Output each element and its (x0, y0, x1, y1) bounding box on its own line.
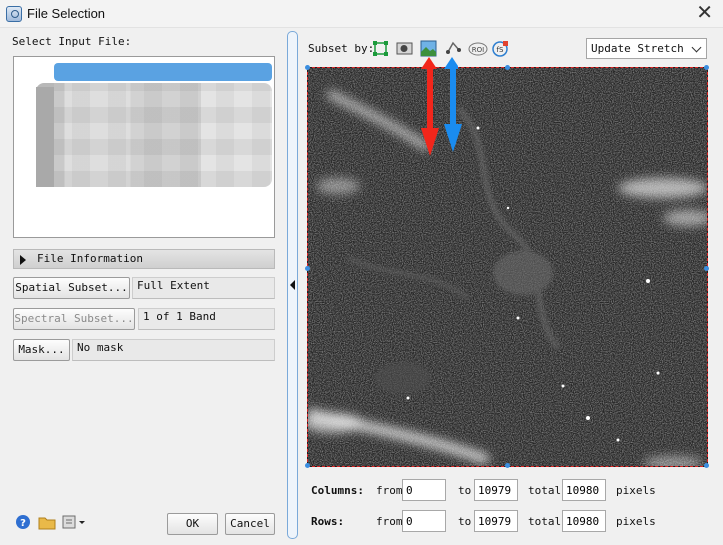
view-icon[interactable] (396, 40, 413, 57)
stretch-select-value: Update Stretch (591, 42, 684, 55)
window-title: File Selection (27, 6, 106, 21)
columns-from-label: from (376, 484, 403, 497)
columns-from-input[interactable] (402, 479, 446, 501)
annotation-arrowheads (421, 57, 458, 69)
file-information-section[interactable]: File Information (13, 249, 275, 269)
svg-text:fS: fS (497, 46, 504, 54)
collapse-left-arrow-icon[interactable] (290, 280, 295, 290)
image-icon[interactable] (420, 40, 437, 57)
spectral-subset-value: 1 of 1 Band (138, 308, 275, 330)
handle-bottom[interactable] (505, 463, 510, 468)
ok-button[interactable]: OK (167, 513, 218, 535)
columns-total-label: total (528, 484, 562, 497)
rows-pixels-label: pixels (616, 515, 656, 528)
columns-total-input[interactable] (562, 479, 606, 501)
title-bar: File Selection ✕ (0, 0, 723, 28)
spatial-subset-button[interactable]: Spatial Subset... (13, 277, 130, 299)
rows-from-input[interactable] (402, 510, 446, 532)
handle-top-left[interactable] (305, 65, 310, 70)
options-menu-icon[interactable] (61, 514, 87, 530)
folder-icon[interactable] (38, 514, 56, 530)
rows-label: Rows: (311, 515, 345, 528)
rows-total-input[interactable] (562, 510, 606, 532)
roi-icon[interactable]: ROI (468, 40, 488, 57)
rows-total-label: total (528, 515, 562, 528)
columns-label: Columns: (311, 484, 364, 497)
svg-text:ROI: ROI (472, 46, 484, 54)
subset-preview-image[interactable] (307, 67, 708, 467)
image-extent-icon[interactable] (372, 40, 389, 57)
columns-pixels-label: pixels (616, 484, 656, 497)
chevron-down-icon (691, 42, 702, 53)
handle-top-right[interactable] (704, 65, 709, 70)
selected-file-row[interactable] (54, 63, 272, 81)
blurred-file-entries (36, 83, 272, 187)
input-file-list[interactable] (13, 56, 275, 238)
handle-left[interactable] (305, 266, 310, 271)
mask-button[interactable]: Mask... (13, 339, 70, 361)
blurred-icon-column (36, 87, 54, 187)
spatial-subset-value: Full Extent (132, 277, 275, 299)
vector-icon[interactable] (445, 40, 462, 57)
handle-top[interactable] (505, 65, 510, 70)
satellite-image (308, 68, 707, 466)
close-icon[interactable]: ✕ (696, 2, 713, 24)
subset-by-label: Subset by: (308, 42, 375, 55)
rows-to-label: to (458, 515, 472, 528)
svg-text:?: ? (20, 518, 26, 529)
panel-splitter[interactable] (287, 31, 298, 539)
columns-to-label: to (458, 484, 472, 497)
select-input-file-label: Select Input File: (12, 35, 132, 48)
handle-bottom-right[interactable] (704, 463, 709, 468)
cancel-button[interactable]: Cancel (225, 513, 275, 535)
spectral-subset-button[interactable]: Spectral Subset... (13, 308, 135, 330)
rows-to-input[interactable] (474, 510, 518, 532)
help-icon[interactable]: ? (14, 514, 32, 530)
handle-bottom-left[interactable] (305, 463, 310, 468)
stretch-select[interactable]: Update Stretch (586, 38, 707, 59)
expand-triangle-icon[interactable] (20, 255, 26, 265)
app-icon (6, 6, 22, 22)
mask-value: No mask (72, 339, 275, 361)
handle-right[interactable] (704, 266, 709, 271)
file-information-label: File Information (37, 252, 143, 265)
columns-to-input[interactable] (474, 479, 518, 501)
rows-from-label: from (376, 515, 403, 528)
file-icon[interactable]: fS (492, 40, 509, 57)
